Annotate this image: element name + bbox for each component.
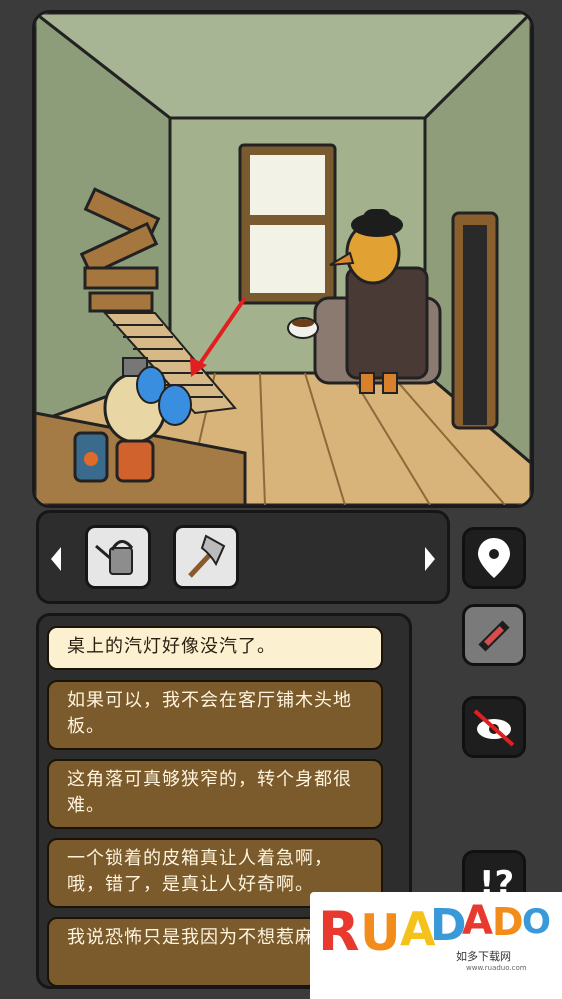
toggle-hints-button[interactable] xyxy=(462,696,526,758)
dialogue-text: 这角落可真够狭窄的，转个身都很难。 xyxy=(67,769,352,816)
notes-button[interactable] xyxy=(462,604,526,666)
location-pin-icon xyxy=(478,538,510,578)
dialogue-line-current[interactable]: 桌上的汽灯好像没汽了。 xyxy=(47,626,383,670)
watering-can-icon xyxy=(95,540,134,575)
inventory-slot-watering-can[interactable] xyxy=(85,525,151,589)
site-watermark: R U A D A D O 如多下载网 www.ruaduo.com xyxy=(310,892,562,999)
watermark-url: www.ruaduo.com xyxy=(466,964,527,972)
game-scene[interactable] xyxy=(32,10,534,508)
pencil-icon xyxy=(478,620,510,652)
watermark-letter: U xyxy=(360,904,401,962)
eye-crossed-icon xyxy=(473,709,515,747)
watermark-letter: O xyxy=(522,902,551,942)
dialogue-line[interactable]: 如果可以，我不会在客厅铺木头地板。 xyxy=(47,680,383,750)
watermark-subtitle: 如多下载网 xyxy=(456,950,511,963)
dialogue-text: 一个锁着的皮箱真让人着急啊，哦，错了，是真让人好奇啊。 xyxy=(67,848,333,895)
inventory-bar xyxy=(36,510,450,604)
watermark-letter: D xyxy=(492,900,524,944)
inventory-slot-axe[interactable] xyxy=(173,525,239,589)
inventory-right-arrow-icon[interactable] xyxy=(423,545,437,573)
dialogue-text: 桌上的汽灯好像没汽了。 xyxy=(67,636,276,657)
map-button[interactable] xyxy=(462,527,526,589)
watermark-letter: A xyxy=(462,898,493,944)
axe-icon xyxy=(188,534,226,578)
inventory-left-arrow-icon[interactable] xyxy=(49,545,63,573)
watermark-letter: R xyxy=(318,900,360,963)
dialogue-line[interactable]: 这角落可真够狭窄的，转个身都很难。 xyxy=(47,759,383,829)
dialogue-text: 如果可以，我不会在客厅铺木头地板。 xyxy=(67,690,352,737)
room-illustration xyxy=(35,13,531,505)
